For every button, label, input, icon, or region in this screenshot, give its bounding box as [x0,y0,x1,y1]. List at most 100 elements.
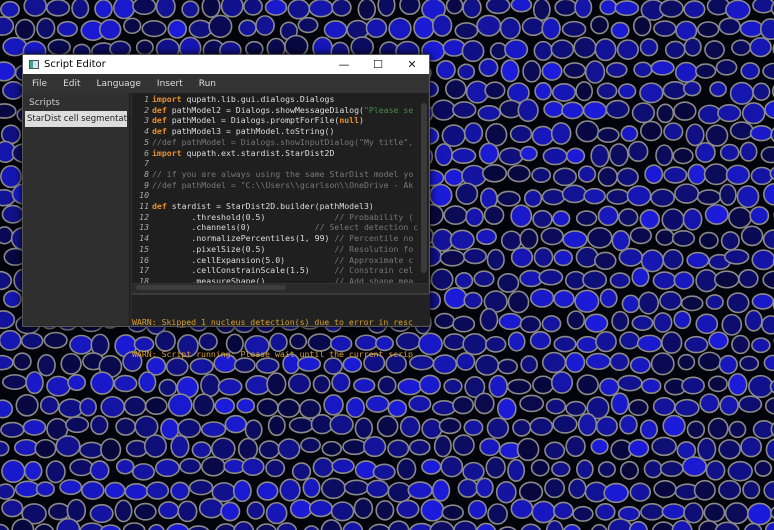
cell-outline [0,421,25,438]
cell-outline [610,21,630,40]
cell-outline [727,460,753,482]
code-token: .threshold(0.5) [152,211,335,222]
cell-outline [619,331,640,350]
cell-outline [736,185,760,209]
title-bar[interactable]: Script Editor — ☐ ✕ [23,55,429,74]
cell-outline [454,272,474,290]
cell-outline [188,479,214,496]
cell-outline [695,269,719,293]
menu-language[interactable]: Language [97,79,141,89]
cell-outline [762,229,774,250]
cell-outline [124,482,149,501]
cell-outline [114,499,133,523]
menu-file[interactable]: File [32,79,47,89]
cell-outline [552,414,578,434]
minimize-button[interactable]: — [327,58,361,71]
cell-outline [507,164,531,183]
cell-outline [289,499,313,519]
code-horizontal-scrollbar[interactable] [132,283,428,291]
cell-outline [651,436,677,457]
cell-outline [659,460,684,478]
cell-outline [217,377,243,396]
cell-outline [639,419,659,440]
menu-run[interactable]: Run [199,79,216,89]
cell-outline [550,122,572,145]
code-token: .cellExpansion(5.0) [152,254,335,265]
cell-outline [674,61,698,83]
cell-outline [609,272,631,289]
close-button[interactable]: ✕ [395,58,429,71]
cell-outline [407,481,433,500]
code-token: //def pathModel = Dialogs.showInputDialo… [152,136,414,147]
cell-outline [244,419,263,441]
code-vertical-scrollbar[interactable] [421,103,427,273]
cell-outline [510,0,533,13]
cell-outline [633,61,653,78]
cell-outline [541,17,561,40]
menu-edit[interactable]: Edit [63,79,80,89]
cell-outline [421,458,442,475]
cell-outline [134,502,157,521]
cell-outline [729,121,754,140]
code-editor[interactable]: 1 import qupath.lib.gui.dialogs.Dialogs 2 d… [132,93,428,290]
cell-outline [34,523,55,530]
script-item[interactable]: StarDist cell segmentation [25,111,140,127]
cell-outline [709,81,727,98]
cell-outline [486,248,505,271]
cell-outline [0,103,17,119]
cell-outline [703,163,729,186]
code-token: import [152,147,187,158]
cell-outline [58,398,84,419]
cell-outline [463,122,484,144]
cell-outline [704,40,725,60]
cell-outline [256,481,279,501]
cell-outline [662,248,684,270]
cell-outline [575,81,594,102]
cell-outline [597,461,616,478]
code-token: .normalizePercentiles(1, 99) [152,233,335,244]
cell-outline [686,420,706,439]
cell-outline [498,312,523,331]
cell-outline [632,15,652,37]
cell-outline [529,288,555,308]
cell-outline [372,463,396,481]
cell-outline [115,417,137,436]
cell-outline [574,0,593,19]
cell-outline [739,355,760,372]
cell-outline [46,0,71,17]
menu-insert[interactable]: Insert [157,79,183,89]
cell-outline [145,481,170,500]
cell-outline [430,268,454,291]
cell-outline [451,147,477,164]
cell-outline [1,459,26,484]
cell-outline [431,14,453,37]
cell-outline [432,354,458,375]
maximize-button[interactable]: ☐ [361,58,395,71]
cell-outline [676,441,697,460]
cell-outline [751,249,774,271]
cell-outline [396,457,417,481]
cell-outline [397,378,423,396]
cell-outline [727,373,748,396]
cell-outline [683,37,702,57]
cell-outline [638,291,660,315]
cell-outline [696,189,722,206]
scripts-panel: Scripts StarDist cell segmentation [23,93,140,325]
code-line: 6 import qupath.ext.stardist.StarDist2D [132,148,428,159]
cell-outline [761,315,774,335]
code-token: import [152,94,187,104]
code-token: def [152,115,172,126]
cell-outline [541,188,566,206]
cell-outline [495,480,517,504]
cell-outline [463,419,484,436]
code-token: def [152,126,172,137]
cell-outline [529,416,554,436]
cell-outline [113,0,136,20]
cell-outline [703,502,726,523]
cell-outline [510,204,533,228]
cell-outline [575,120,600,143]
cell-outline [71,0,90,19]
scroll-thumb[interactable] [136,285,286,290]
cell-outline [179,457,202,475]
cell-outline [664,40,686,60]
